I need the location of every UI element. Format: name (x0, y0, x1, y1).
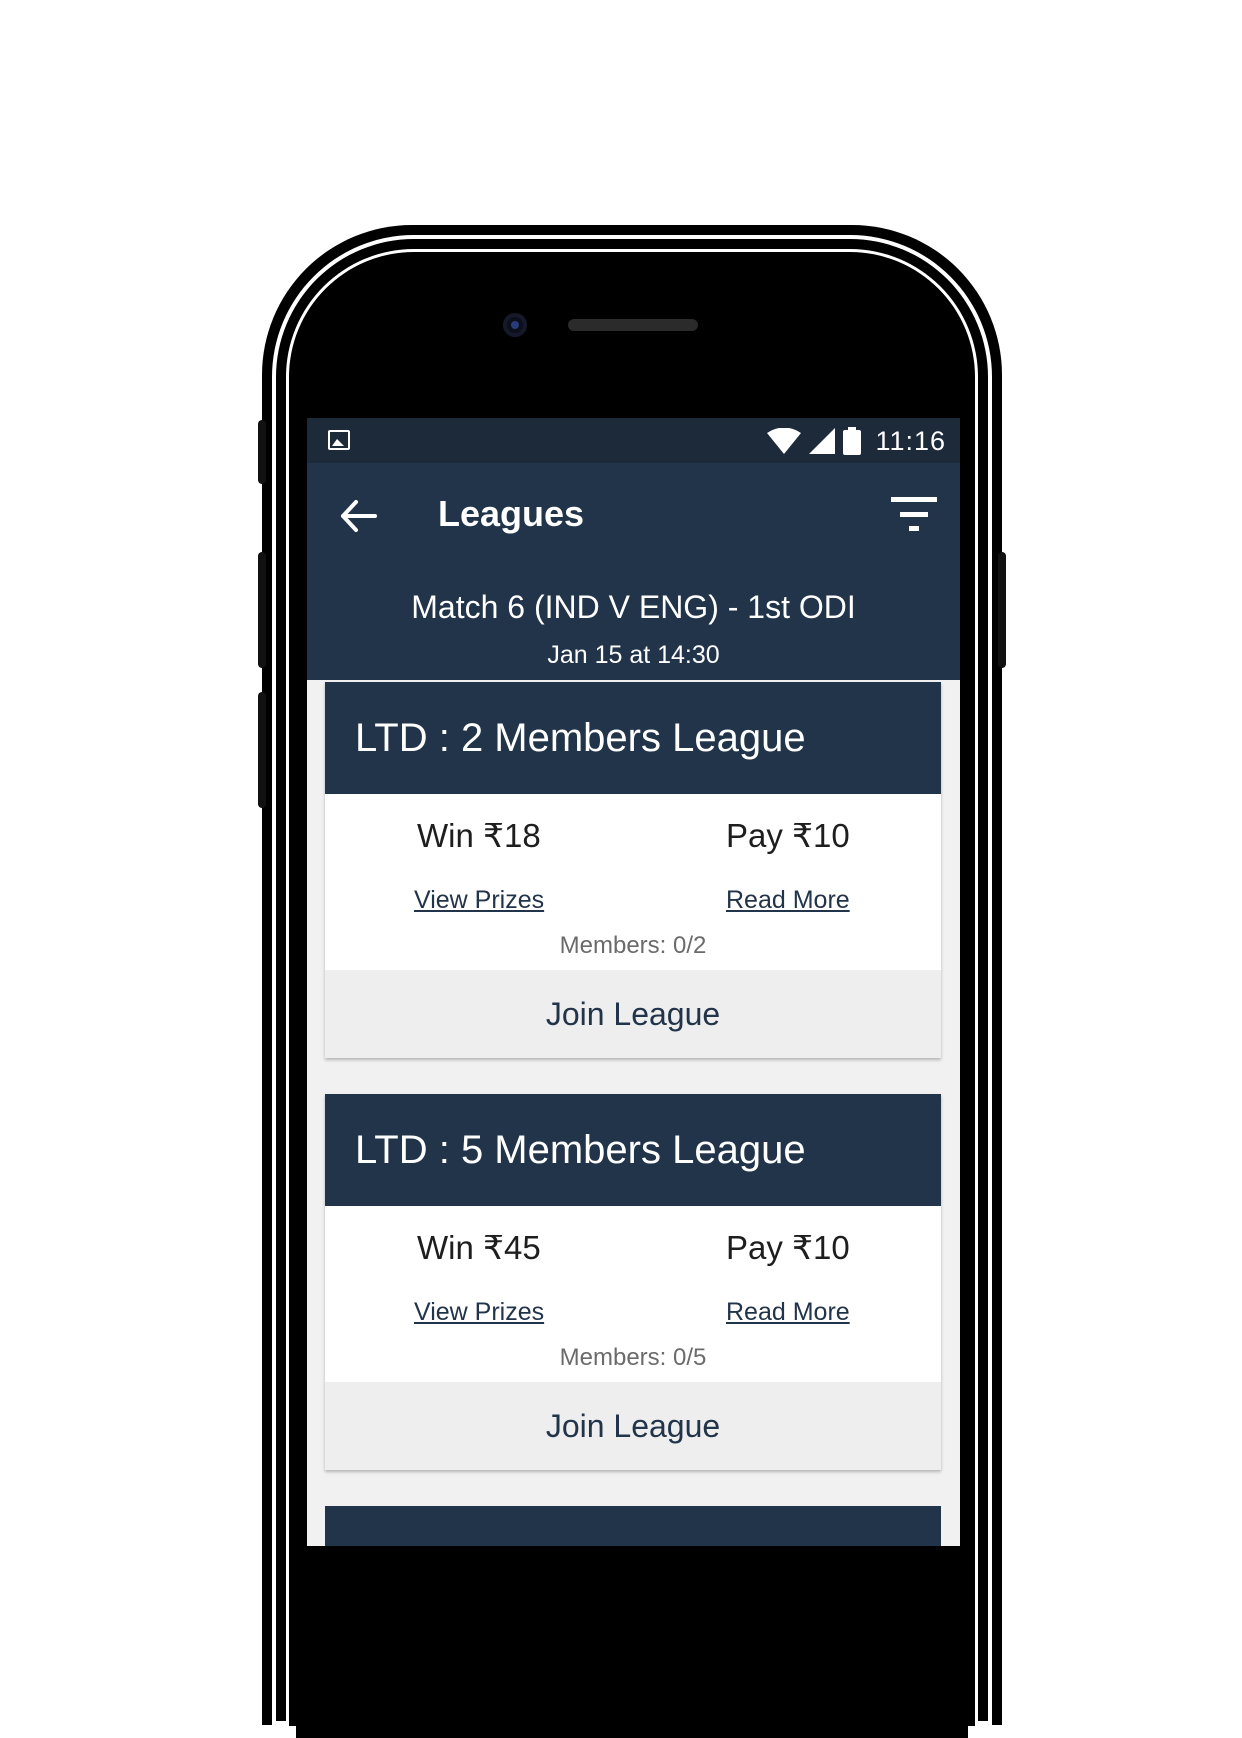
league-card-header: LTD : 2 Members League (325, 682, 941, 794)
league-title: LTD : 2 Members League (355, 716, 806, 760)
wifi-icon (767, 428, 802, 454)
join-league-button[interactable]: Join League (325, 970, 941, 1058)
join-league-button[interactable]: Join League (325, 1382, 941, 1470)
win-amount: Win ₹45 (417, 1229, 541, 1266)
read-more-link[interactable]: Read More (726, 1298, 850, 1327)
league-card-header: LTD : 5 Members League (325, 1094, 941, 1206)
match-title: Match 6 (IND V ENG) - 1st ODI (411, 589, 856, 625)
view-prizes-link[interactable]: View Prizes (414, 1298, 544, 1327)
filter-icon[interactable] (891, 495, 939, 535)
win-amount: Win ₹18 (417, 817, 541, 854)
members-count: Members: 0/2 (559, 932, 707, 959)
league-card: LTD : 2 Members League Win ₹18 Pay ₹10 V… (325, 682, 941, 1058)
league-card: LTD : 5 Members League Win ₹45 Pay ₹10 V… (325, 1094, 941, 1470)
side-button-left-mid (258, 552, 266, 668)
status-indicators: 11:16 (767, 426, 946, 456)
side-button-left-bottom (258, 692, 266, 808)
earpiece-speaker (568, 319, 698, 331)
signal-icon (809, 428, 836, 454)
league-title: LTD : 5 Members League (355, 1128, 806, 1172)
battery-icon (843, 427, 862, 455)
image-icon (328, 430, 350, 450)
read-more-link[interactable]: Read More (726, 886, 850, 915)
view-prizes-link[interactable]: View Prizes (414, 886, 544, 915)
league-card-partial[interactable] (325, 1506, 941, 1546)
status-bar: 11:16 (307, 418, 960, 463)
match-time: Jan 15 at 14:30 (547, 641, 720, 669)
status-time: 11:16 (875, 425, 946, 456)
page-title: Leagues (438, 493, 585, 534)
arrow-left-icon[interactable] (337, 495, 379, 537)
app-screen: 11:16 Leagues Match 6 (IND V ENG) - 1st … (307, 418, 960, 1546)
side-button-left-top (258, 420, 266, 484)
members-count: Members: 0/5 (559, 1344, 707, 1371)
front-camera (503, 313, 527, 337)
side-button-right (998, 552, 1006, 668)
app-bar: Leagues Match 6 (IND V ENG) - 1st ODI Ja… (307, 463, 960, 680)
pay-amount: Pay ₹10 (726, 817, 850, 854)
pay-amount: Pay ₹10 (726, 1229, 850, 1266)
